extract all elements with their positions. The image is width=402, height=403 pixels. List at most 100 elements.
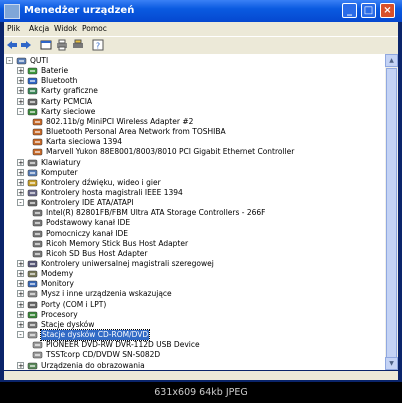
battery-icon — [27, 66, 38, 76]
usb-icon — [27, 259, 38, 269]
tree-category-item[interactable]: + Porty (COM i LPT) — [4, 300, 385, 310]
menu-action[interactable]: Akcja — [29, 24, 49, 33]
tree-item-label: Monitory — [41, 279, 74, 289]
tree-category-item[interactable]: + Monitory — [4, 279, 385, 289]
ide-controller-icon — [32, 229, 43, 239]
collapse-icon[interactable]: - — [17, 107, 24, 115]
tree-device-item[interactable]: TSSTcorp CD/DVDW SN-S082D — [4, 350, 385, 360]
tree-item-label: Kontrolery uniwersalnej magistrali szere… — [41, 259, 214, 268]
tree-device-item[interactable]: 802.11b/g MiniPCI Wireless Adapter #2 — [4, 117, 385, 127]
ide-controller-icon — [32, 208, 43, 218]
ide-icon — [27, 198, 38, 208]
expand-icon[interactable]: + — [17, 290, 24, 298]
tree-item-label: Kontrolery dźwięku, wideo i gier — [41, 177, 161, 187]
collapse-icon[interactable]: - — [17, 199, 24, 207]
expand-icon[interactable]: + — [17, 168, 24, 176]
vertical-scrollbar[interactable]: ▲ ▼ — [385, 54, 398, 370]
tree-category-item[interactable]: + Komputer — [4, 168, 385, 178]
tree-category-item[interactable]: + Kontrolery hosta magistrali IEEE 1394 — [4, 188, 385, 198]
tree-device-item[interactable]: Pomocniczy kanał IDE — [4, 229, 385, 239]
title-bar[interactable]: Menedżer urządzeń _ □ × — [0, 0, 402, 22]
tree-device-item[interactable]: Bluetooth Personal Area Network from TOS… — [4, 127, 385, 137]
window-title: Menedżer urządzeń — [24, 5, 135, 16]
scroll-up-icon[interactable]: ▲ — [385, 54, 398, 67]
scroll-down-icon[interactable]: ▼ — [385, 357, 398, 370]
minimize-button[interactable]: _ — [342, 3, 357, 18]
tree-item-label: Pomocniczy kanał IDE — [46, 228, 128, 238]
scroll-thumb[interactable] — [386, 68, 397, 358]
expand-icon[interactable]: + — [17, 260, 24, 268]
tree-item-label: Stacje dysków — [41, 319, 95, 329]
collapse-icon[interactable]: - — [17, 331, 24, 339]
properties-icon[interactable] — [40, 39, 52, 51]
tree-item-label: Karty sieciowe — [41, 106, 96, 116]
processor-icon — [27, 310, 38, 320]
expand-icon[interactable]: + — [17, 87, 24, 95]
tree-category-item[interactable]: + Kontrolery uniwersalnej magistrali szer… — [4, 259, 385, 269]
collapse-icon[interactable]: - — [6, 57, 13, 65]
forward-icon[interactable] — [20, 39, 32, 51]
tree-device-item[interactable]: Karta sieciowa 1394 — [4, 137, 385, 147]
tree-device-item[interactable]: Intel(R) 82801FB/FBM Ultra ATA Storage C… — [4, 208, 385, 218]
tree-item-label: Ricoh SD Bus Host Adapter — [46, 248, 148, 258]
tree-category-item[interactable]: + Procesory — [4, 310, 385, 320]
mouse-icon — [27, 289, 38, 299]
menu-file[interactable]: Plik — [7, 24, 20, 33]
tree-item-label: Bluetooth — [41, 76, 78, 86]
ide-controller-icon — [32, 249, 43, 259]
toolbar: ? — [4, 36, 398, 55]
expand-icon[interactable]: + — [17, 310, 24, 318]
expand-icon[interactable]: + — [17, 300, 24, 308]
tree-device-item[interactable]: PIONEER DVD-RW DVR-112D USB Device — [4, 340, 385, 350]
back-icon[interactable] — [6, 39, 18, 51]
tree-device-item[interactable]: Podstawowy kanał IDE — [4, 218, 385, 228]
print-setup-icon[interactable] — [72, 39, 84, 51]
expand-icon[interactable]: + — [17, 77, 24, 85]
expand-icon[interactable]: + — [17, 361, 24, 369]
tree-category-item[interactable]: - Kontrolery IDE ATA/ATAPI — [4, 198, 385, 208]
close-button[interactable]: × — [380, 3, 395, 18]
tree-item-label: Klawiatury — [41, 157, 81, 167]
tree-category-item[interactable]: - Stacje dysków CD-ROM/DVD — [4, 329, 385, 342]
expand-icon[interactable]: + — [17, 67, 24, 75]
tree-item-label: Komputer — [41, 167, 78, 177]
tree-category-item[interactable]: + Kontrolery dźwięku, wideo i gier — [4, 178, 385, 188]
expand-icon[interactable]: + — [17, 158, 24, 166]
tree-category-item[interactable]: + Urządzenia do obrazowania — [4, 361, 385, 371]
help-icon[interactable]: ? — [92, 39, 104, 51]
tree-category-item[interactable]: - Karty sieciowe — [4, 107, 385, 117]
menu-help[interactable]: Pomoc — [82, 24, 107, 33]
tree-item-label: Baterie — [41, 66, 69, 76]
pcmcia-icon — [27, 97, 38, 107]
tree-device-item[interactable]: Ricoh SD Bus Host Adapter — [4, 249, 385, 259]
tree-category-item[interactable]: + Modemy — [4, 269, 385, 279]
tree-category-item[interactable]: + Bluetooth — [4, 76, 385, 86]
image-caption: 631x609 64kb JPEG — [0, 383, 402, 403]
expand-icon[interactable]: + — [17, 188, 24, 196]
maximize-button[interactable]: □ — [361, 3, 376, 18]
tree-category-item[interactable]: + Karty graficzne — [4, 86, 385, 96]
network-card-icon — [32, 127, 43, 137]
expand-icon[interactable]: + — [17, 97, 24, 105]
expand-icon[interactable]: + — [17, 178, 24, 186]
status-bar — [4, 371, 398, 380]
tree-item-label: Kontrolery hosta magistrali IEEE 1394 — [41, 187, 183, 197]
expand-icon[interactable]: + — [17, 280, 24, 288]
tree-category-item[interactable]: + Mysz i inne urządzenia wskazujące — [4, 289, 385, 299]
tree-item-label: Podstawowy kanał IDE — [46, 218, 131, 228]
device-manager-icon — [4, 4, 20, 19]
device-tree[interactable]: - QUTI + Baterie + Bluetooth + Karty graficzne +… — [4, 54, 385, 370]
tree-category-item[interactable]: + Karty PCMCIA — [4, 97, 385, 107]
tree-category-item[interactable]: + Stacje dysków — [4, 320, 385, 330]
expand-icon[interactable]: + — [17, 320, 24, 328]
tree-device-item[interactable]: Marvell Yukon 88E8001/8003/8010 PCI Giga… — [4, 147, 385, 157]
print-icon[interactable] — [56, 39, 68, 51]
tree-category-item[interactable]: + Klawiatury — [4, 158, 385, 168]
expand-icon[interactable]: + — [17, 270, 24, 278]
tree-category-item[interactable]: + Baterie — [4, 66, 385, 76]
tree-root-item[interactable]: - QUTI — [4, 56, 385, 66]
menu-bar: Plik Akcja Widok Pomoc — [4, 22, 398, 36]
menu-view[interactable]: Widok — [54, 24, 77, 33]
tree-device-item[interactable]: Ricoh Memory Stick Bus Host Adapter — [4, 239, 385, 249]
bluetooth-icon — [27, 76, 38, 86]
